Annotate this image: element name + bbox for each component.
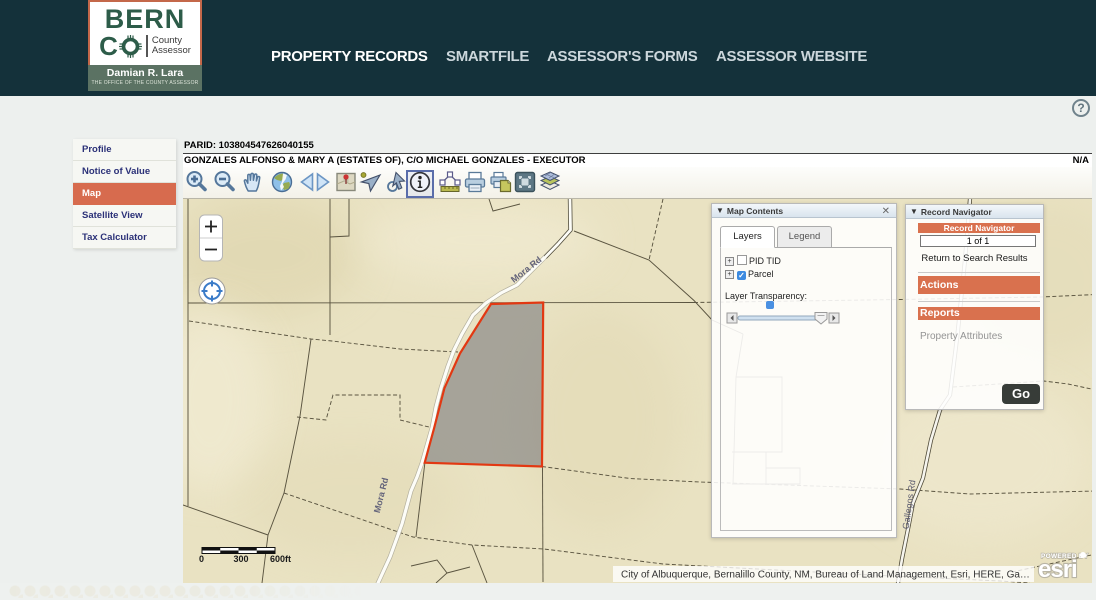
svg-text:esri: esri: [1038, 556, 1077, 583]
svg-text:600ft: 600ft: [270, 554, 291, 564]
svg-text:300: 300: [233, 554, 248, 564]
svg-text:City of Albuquerque, Bernalill: City of Albuquerque, Bernalillo County, …: [621, 570, 1030, 581]
svg-text:0: 0: [199, 554, 204, 564]
